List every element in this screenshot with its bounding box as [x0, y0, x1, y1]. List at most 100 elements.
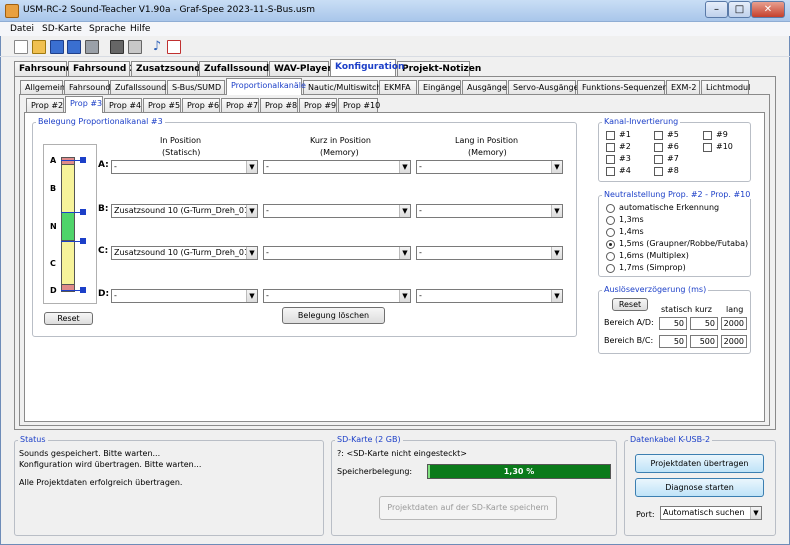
neutral-radio-15[interactable]: [606, 240, 615, 249]
tab-fahrsound[interactable]: Fahrsound: [14, 61, 72, 77]
tab-allgemein[interactable]: Allgemein: [20, 80, 65, 95]
invert-checkbox-5[interactable]: [654, 131, 663, 140]
neutral-radio-14[interactable]: [606, 228, 615, 237]
invert-checkbox-7[interactable]: [654, 155, 663, 164]
delay-bc-static-input[interactable]: 50: [659, 335, 687, 348]
tab-exm-2[interactable]: EXM-2: [666, 80, 700, 95]
neutral-radio-16[interactable]: [606, 252, 615, 261]
sound-select-b-long[interactable]: - ▼: [416, 204, 563, 218]
invert-checkbox-1[interactable]: [606, 131, 615, 140]
gauge-handle-d[interactable]: [80, 287, 86, 293]
delay-reset-button[interactable]: Reset: [612, 298, 648, 311]
neutral-radio-17[interactable]: [606, 264, 615, 273]
tab-proportionalkanaele[interactable]: Proportionalkanäle: [226, 78, 306, 95]
tab-prop-5[interactable]: Prop #5: [143, 98, 181, 113]
tab-prop-8[interactable]: Prop #8: [260, 98, 298, 113]
header-in-position: In Position: [160, 136, 202, 145]
menu-datei[interactable]: Datei: [10, 24, 34, 34]
sound-select-a-static[interactable]: - ▼: [111, 160, 258, 174]
invert-checkbox-6[interactable]: [654, 143, 663, 152]
maximize-button[interactable]: □: [728, 1, 751, 18]
tab-prop-4[interactable]: Prop #4: [104, 98, 142, 113]
invert-checkbox-8[interactable]: [654, 167, 663, 176]
sound-select-b-short[interactable]: - ▼: [263, 204, 411, 218]
neutral-radio-auto[interactable]: [606, 204, 615, 213]
delay-bc-long-input[interactable]: 2000: [721, 335, 747, 348]
save-as-icon[interactable]: [67, 40, 81, 54]
gauge-reset-button[interactable]: Reset: [44, 312, 93, 325]
gauge-label-b: B: [50, 184, 57, 193]
tab-fahrsound-2[interactable]: Fahrsound 2: [68, 61, 136, 77]
sound-select-d-static[interactable]: - ▼: [111, 289, 258, 303]
tab-config-fahrsound[interactable]: Fahrsound: [64, 80, 110, 95]
tab-prop-3[interactable]: Prop #3: [65, 96, 103, 113]
tab-nautic-multiswitch[interactable]: Nautic/Multiswitch: [303, 80, 382, 95]
invert-checkbox-10[interactable]: [703, 143, 712, 152]
tab-prop-7[interactable]: Prop #7: [221, 98, 259, 113]
neutral-option-label: automatische Erkennung: [619, 203, 720, 212]
sd-save-button[interactable]: Projektdaten auf der SD-Karte speichern: [379, 496, 557, 520]
chevron-down-icon: ▼: [246, 247, 257, 259]
tab-prop-2[interactable]: Prop #2: [26, 98, 64, 113]
menu-hilfe[interactable]: Hilfe: [130, 24, 150, 34]
invert-checkbox-9[interactable]: [703, 131, 712, 140]
tab-zufallssound[interactable]: Zufallssound: [110, 80, 166, 95]
sound-select-c-static[interactable]: Zusatzsound 10 (G-Turm_Dreh_01.w ▼: [111, 246, 258, 260]
minimize-button[interactable]: –: [705, 1, 728, 18]
tab-prop-6[interactable]: Prop #6: [182, 98, 220, 113]
save-icon[interactable]: [50, 40, 64, 54]
chevron-down-icon: ▼: [551, 205, 562, 217]
tab-zusatzsounds[interactable]: Zusatzsounds: [131, 61, 206, 77]
sound-select-a-short[interactable]: - ▼: [263, 160, 411, 174]
tab-ekmfa[interactable]: EKMFA: [379, 80, 417, 95]
tab-prop-10[interactable]: Prop #10: [338, 98, 380, 113]
menu-sprache[interactable]: Sprache: [89, 24, 126, 34]
tab-konfiguration[interactable]: Konfiguration: [330, 59, 404, 76]
delay-ad-long-input[interactable]: 2000: [721, 317, 747, 330]
invert-checkbox-4[interactable]: [606, 167, 615, 176]
port-select[interactable]: Automatisch suchen ▼: [660, 506, 762, 520]
menu-sd-karte[interactable]: SD-Karte: [42, 24, 82, 34]
close-button[interactable]: ✕: [751, 1, 785, 18]
neutral-option-label: 1,5ms (Graupner/Robbe/Futaba): [619, 239, 749, 248]
tab-projekt-notizen[interactable]: Projekt-Notizen: [397, 61, 481, 77]
select-value: -: [266, 248, 269, 257]
gauge-handle-a[interactable]: [80, 157, 86, 163]
music-note-icon[interactable]: ♪: [150, 40, 164, 54]
tab-wav-player[interactable]: WAV-Player: [269, 61, 332, 77]
invert-checkbox-2[interactable]: [606, 143, 615, 152]
header-kurz-in-position: Kurz in Position: [310, 136, 371, 145]
gauge-handle-c[interactable]: [80, 238, 86, 244]
invert-checkbox-3[interactable]: [606, 155, 615, 164]
delay-ad-static-input[interactable]: 50: [659, 317, 687, 330]
delay-bc-short-input[interactable]: 500: [690, 335, 718, 348]
sound-select-d-short[interactable]: - ▼: [263, 289, 411, 303]
tab-sbus-sumd[interactable]: S-Bus/SUMD: [167, 80, 225, 95]
sound-select-c-short[interactable]: - ▼: [263, 246, 411, 260]
chevron-down-icon: ▼: [750, 507, 761, 519]
tab-prop-9[interactable]: Prop #9: [299, 98, 337, 113]
tab-eingaenge[interactable]: Eingänge: [418, 80, 461, 95]
sound-select-c-long[interactable]: - ▼: [416, 246, 563, 260]
settings-icon[interactable]: [128, 40, 142, 54]
sound-select-b-static[interactable]: Zusatzsound 10 (G-Turm_Dreh_01.w ▼: [111, 204, 258, 218]
open-folder-icon[interactable]: [32, 40, 46, 54]
new-file-icon[interactable]: [14, 40, 28, 54]
tab-ausgaenge[interactable]: Ausgänge: [462, 80, 507, 95]
sound-select-d-long[interactable]: - ▼: [416, 289, 563, 303]
sound-select-a-long[interactable]: - ▼: [416, 160, 563, 174]
clear-assignment-button[interactable]: Belegung löschen: [282, 307, 385, 324]
diagnose-button[interactable]: Diagnose starten: [635, 478, 764, 497]
neutral-radio-13[interactable]: [606, 216, 615, 225]
sd-card-icon[interactable]: [110, 40, 124, 54]
tab-zufallssounds[interactable]: Zufallssounds: [199, 61, 275, 77]
pdf-icon[interactable]: [167, 40, 181, 54]
tab-lichtmodul[interactable]: Lichtmodul: [701, 80, 750, 95]
print-icon[interactable]: [85, 40, 99, 54]
tab-funktions-sequenzen[interactable]: Funktions-Sequenzen: [577, 80, 668, 95]
tab-servo-ausgaenge[interactable]: Servo-Ausgänge: [508, 80, 579, 95]
invert-label-3: #3: [619, 154, 631, 163]
transfer-button[interactable]: Projektdaten übertragen: [635, 454, 764, 473]
delay-ad-short-input[interactable]: 50: [690, 317, 718, 330]
gauge-handle-b[interactable]: [80, 209, 86, 215]
